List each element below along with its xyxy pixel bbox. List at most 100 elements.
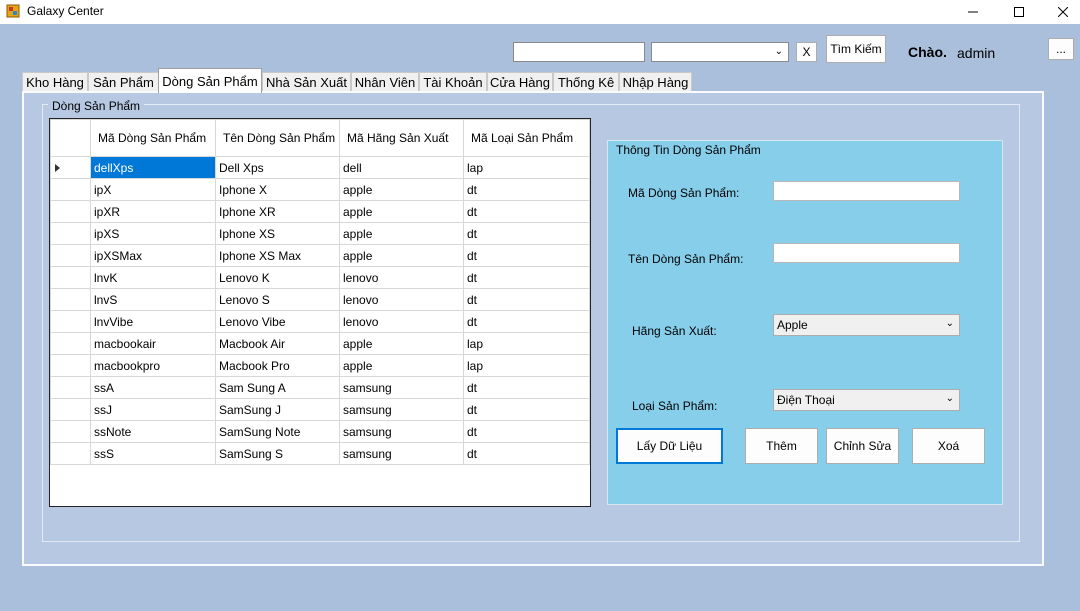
grid-cell[interactable]: lenovo [339, 288, 464, 311]
grid-cell[interactable]: samsung [339, 376, 464, 399]
grid-cell[interactable]: SamSung J [215, 398, 340, 421]
grid-cell[interactable]: dell [339, 156, 464, 179]
grid-cell[interactable]: SamSung Note [215, 420, 340, 443]
grid-cell[interactable]: dellXps [90, 156, 216, 179]
row-header[interactable] [50, 442, 91, 465]
grid-cell[interactable]: dt [463, 222, 590, 245]
grid-cell[interactable]: dt [463, 398, 590, 421]
grid-cell[interactable]: dt [463, 200, 590, 223]
grid-cell[interactable]: lnvVibe [90, 310, 216, 333]
table-row[interactable]: ipX Iphone Xapple dt [50, 178, 590, 201]
grid-cell[interactable]: lap [463, 354, 590, 377]
grid-cell[interactable]: Iphone XS Max [215, 244, 340, 267]
ma-dong-field[interactable] [773, 181, 960, 201]
grid-cell[interactable]: Iphone XS [215, 222, 340, 245]
row-header[interactable] [50, 354, 91, 377]
grid-cell[interactable]: lenovo [339, 310, 464, 333]
table-row[interactable]: ssA Sam Sung Asamsung dt [50, 376, 590, 399]
table-row[interactable]: ssJ SamSung Jsamsung dt [50, 398, 590, 421]
more-button[interactable]: ... [1048, 38, 1074, 60]
column-header[interactable]: Mã Loại Sản Phẩm [463, 119, 590, 157]
grid-cell[interactable]: apple [339, 222, 464, 245]
grid-cell[interactable]: ssS [90, 442, 216, 465]
add-button[interactable]: Thêm [745, 428, 818, 464]
row-header[interactable] [50, 178, 91, 201]
grid-cell[interactable]: apple [339, 178, 464, 201]
grid-cell[interactable]: lnvK [90, 266, 216, 289]
grid-cell[interactable]: Macbook Pro [215, 354, 340, 377]
grid-cell[interactable]: macbookair [90, 332, 216, 355]
tab-tai-khoan[interactable]: Tài Khoản [419, 72, 487, 92]
tab-thong-ke[interactable]: Thống Kê [553, 72, 619, 92]
table-row[interactable]: ssS SamSung Ssamsung dt [50, 442, 590, 465]
row-header[interactable] [50, 332, 91, 355]
grid-cell[interactable]: dt [463, 420, 590, 443]
tab-cua-hang[interactable]: Cửa Hàng [487, 72, 553, 92]
row-header[interactable] [50, 156, 91, 179]
loai-san-pham-select[interactable]: Điện Thoại ⌄ [773, 389, 960, 411]
grid-cell[interactable]: ipXSMax [90, 244, 216, 267]
grid-cell[interactable]: Macbook Air [215, 332, 340, 355]
grid-cell[interactable]: dt [463, 178, 590, 201]
row-header[interactable] [50, 200, 91, 223]
table-row[interactable]: dellXps Dell Xps dell lap [50, 156, 590, 179]
close-icon[interactable] [1040, 0, 1080, 24]
grid-cell[interactable]: Dell Xps [215, 156, 340, 179]
tab-nhap-hang[interactable]: Nhập Hàng [619, 72, 692, 92]
grid-cell[interactable]: apple [339, 354, 464, 377]
table-row[interactable]: macbookpro Macbook Pro apple lap [50, 354, 590, 377]
grid-cell[interactable]: ssNote [90, 420, 216, 443]
table-row[interactable]: lnvK Lenovo Klenovo dt [50, 266, 590, 289]
product-line-grid[interactable]: Mã Dòng Sản Phẩm Tên Dòng Sản Phẩm Mã Hã… [49, 118, 591, 507]
row-header[interactable] [50, 244, 91, 267]
column-header[interactable]: Tên Dòng Sản Phẩm [215, 119, 340, 157]
tab-nha-san-xuat[interactable]: Nhà Sản Xuất [262, 72, 351, 92]
grid-cell[interactable]: lap [463, 156, 590, 179]
table-row[interactable]: lnvS Lenovo Slenovo dt [50, 288, 590, 311]
grid-cell[interactable]: apple [339, 244, 464, 267]
row-header[interactable] [50, 288, 91, 311]
search-combo[interactable]: ⌄ [651, 42, 789, 62]
grid-cell[interactable]: ipXR [90, 200, 216, 223]
grid-cell[interactable]: dt [463, 376, 590, 399]
row-header[interactable] [50, 420, 91, 443]
row-header[interactable] [50, 266, 91, 289]
column-header[interactable]: Mã Hãng Sản Xuất [339, 119, 464, 157]
grid-cell[interactable]: samsung [339, 398, 464, 421]
grid-cell[interactable]: apple [339, 200, 464, 223]
tab-san-pham[interactable]: Sản Phẩm [88, 72, 159, 92]
edit-button[interactable]: Chỉnh Sửa [826, 428, 899, 464]
grid-cell[interactable]: samsung [339, 420, 464, 443]
grid-cell[interactable]: dt [463, 442, 590, 465]
grid-cell[interactable]: lnvS [90, 288, 216, 311]
tab-kho-hang[interactable]: Kho Hàng [22, 72, 88, 92]
hang-san-xuat-select[interactable]: Apple ⌄ [773, 314, 960, 336]
row-header[interactable] [50, 398, 91, 421]
grid-cell[interactable]: dt [463, 244, 590, 267]
tab-nhan-vien[interactable]: Nhân Viên [351, 72, 419, 92]
grid-cell[interactable]: ipXS [90, 222, 216, 245]
row-header[interactable] [50, 376, 91, 399]
grid-cell[interactable]: lenovo [339, 266, 464, 289]
search-button[interactable]: Tìm Kiếm [826, 35, 886, 63]
load-data-button[interactable]: Lấy Dữ Liệu [616, 428, 723, 464]
grid-cell[interactable]: Iphone X [215, 178, 340, 201]
grid-cell[interactable]: dt [463, 288, 590, 311]
grid-cell[interactable]: SamSung S [215, 442, 340, 465]
table-row[interactable]: ssNote SamSung Note samsung dt [50, 420, 590, 443]
delete-button[interactable]: Xoá [912, 428, 985, 464]
grid-cell[interactable]: ssJ [90, 398, 216, 421]
grid-cell[interactable]: Lenovo Vibe [215, 310, 340, 333]
grid-cell[interactable]: Sam Sung A [215, 376, 340, 399]
column-header[interactable]: Mã Dòng Sản Phẩm [90, 119, 216, 157]
grid-cell[interactable]: ssA [90, 376, 216, 399]
grid-cell[interactable]: samsung [339, 442, 464, 465]
grid-cell[interactable]: Lenovo K [215, 266, 340, 289]
row-header[interactable] [50, 222, 91, 245]
clear-button[interactable]: X [796, 42, 817, 62]
tab-dong-san-pham[interactable]: Dòng Sản Phẩm [158, 68, 262, 93]
grid-cell[interactable]: Lenovo S [215, 288, 340, 311]
table-row[interactable]: ipXR Iphone XR apple dt [50, 200, 590, 223]
maximize-icon[interactable] [996, 0, 1042, 24]
grid-cell[interactable]: lap [463, 332, 590, 355]
